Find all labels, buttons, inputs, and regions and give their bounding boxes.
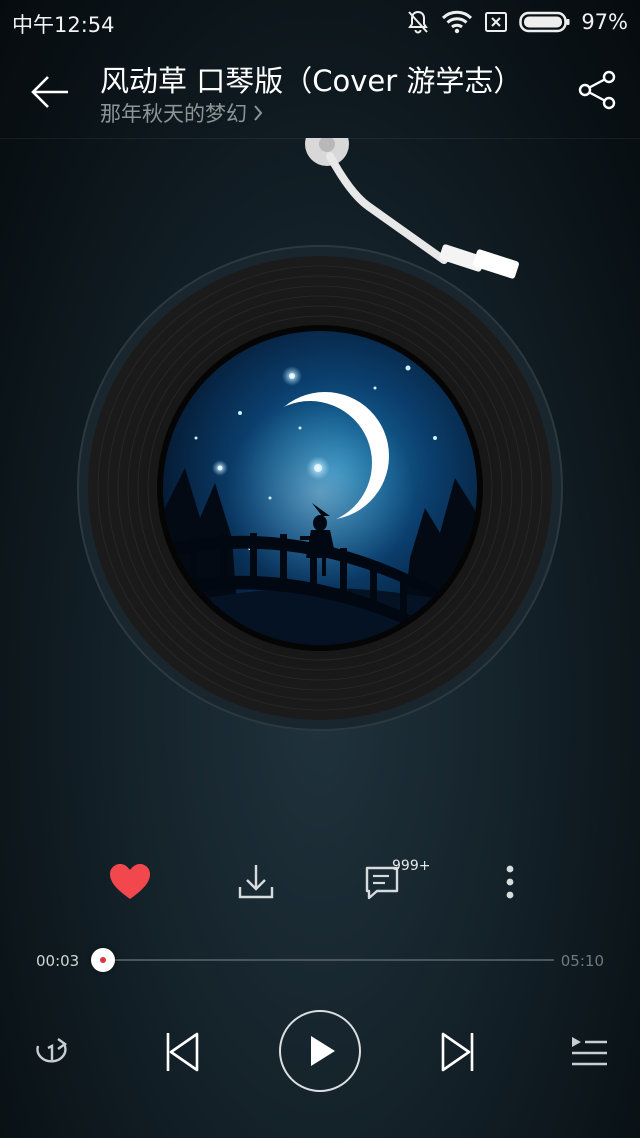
play-button[interactable]	[279, 1010, 361, 1092]
status-bar: 中午12:54 97%	[0, 0, 640, 46]
playlist-button[interactable]	[564, 1028, 614, 1076]
playback-controls	[0, 1006, 640, 1096]
back-arrow-icon	[31, 76, 68, 108]
back-button[interactable]	[26, 68, 74, 116]
more-button[interactable]	[480, 852, 540, 912]
repeat-one-icon	[36, 1038, 68, 1063]
next-icon	[441, 1032, 474, 1072]
action-row	[0, 852, 640, 912]
download-button[interactable]	[226, 852, 286, 912]
battery-icon	[519, 11, 571, 33]
playlist-icon	[572, 1037, 607, 1066]
no-sim-icon	[483, 9, 509, 35]
chevron-right-icon	[254, 105, 263, 121]
progress-bar: 00:03 05:10	[0, 940, 640, 980]
moon	[261, 392, 389, 520]
share-icon	[578, 70, 616, 110]
comment-count-badge: 999+	[392, 858, 431, 874]
total-time: 05:10	[560, 952, 604, 970]
status-icons: 97%	[405, 8, 628, 36]
current-time: 00:03	[36, 952, 80, 970]
next-button[interactable]	[432, 1026, 488, 1078]
wifi-icon	[441, 9, 473, 35]
artist-name: 那年秋天的梦幻	[100, 102, 247, 126]
status-time: 中午12:54	[12, 13, 115, 37]
song-title: 风动草 口琴版（Cover 游学志）	[100, 64, 523, 98]
progress-knob[interactable]	[90, 948, 115, 972]
progress-track[interactable]	[98, 959, 554, 961]
share-button[interactable]	[576, 68, 620, 112]
battery-percent: 97%	[581, 10, 628, 34]
heart-icon	[110, 864, 150, 899]
previous-icon	[166, 1032, 199, 1072]
more-vertical-icon	[506, 865, 514, 899]
download-icon	[238, 865, 274, 899]
previous-button[interactable]	[152, 1026, 208, 1078]
artist-link[interactable]: 那年秋天的梦幻	[100, 98, 263, 128]
player-header: 风动草 口琴版（Cover 游学志） 那年秋天的梦幻	[0, 46, 640, 139]
like-button[interactable]	[100, 852, 160, 912]
bell-muted-icon	[405, 9, 431, 35]
play-icon	[311, 1036, 335, 1066]
repeat-mode-button[interactable]	[26, 1030, 76, 1074]
turntable	[0, 138, 640, 758]
